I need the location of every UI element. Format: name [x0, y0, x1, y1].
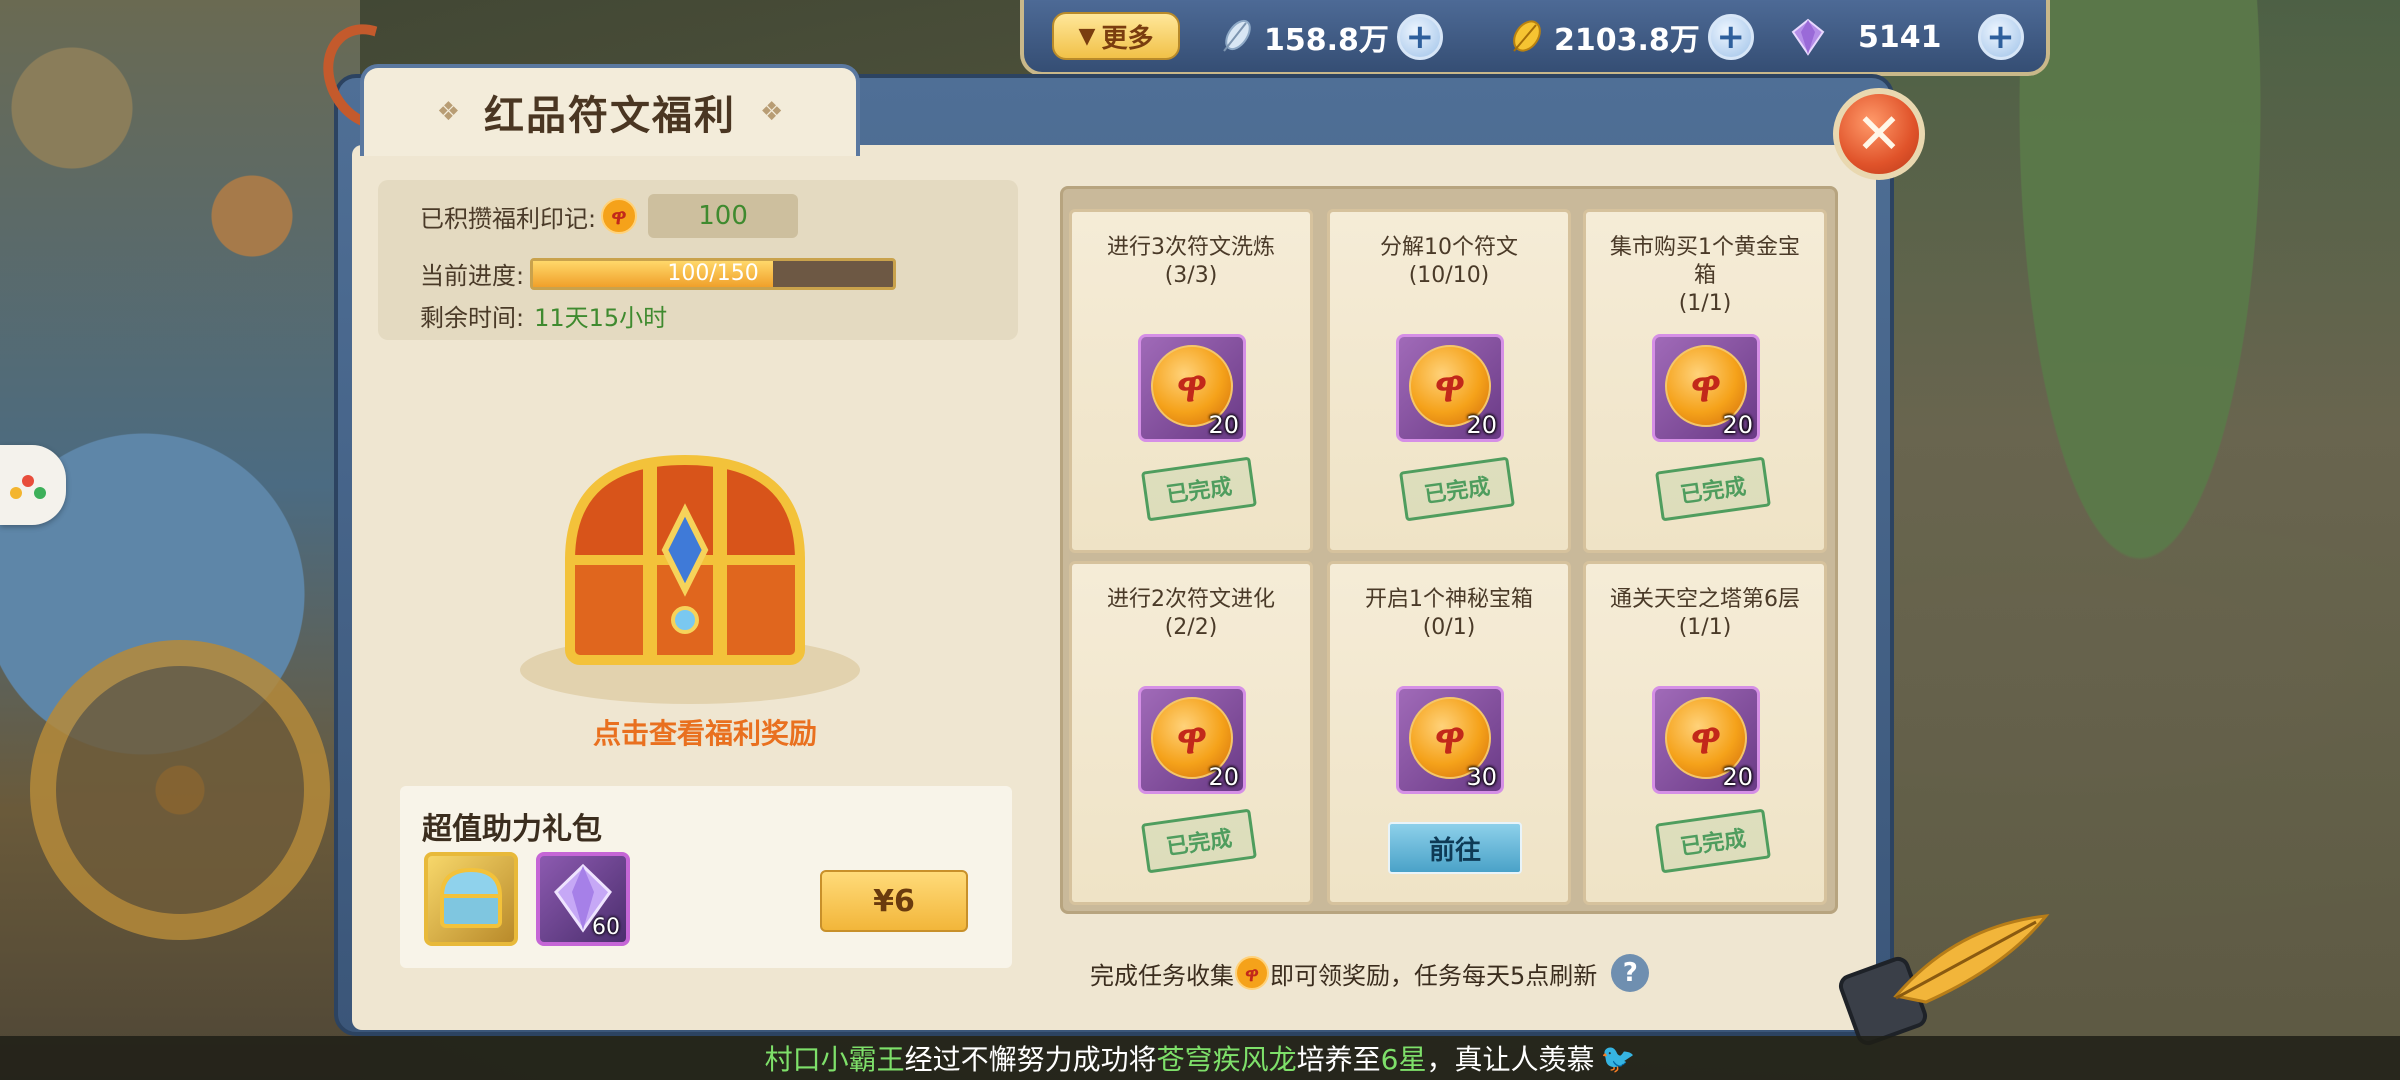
ornament-icon: ❖	[436, 97, 460, 127]
close-button[interactable]: ✕	[1833, 88, 1925, 180]
task-card: 进行2次符文进化 (2/2) ዋ 20 已完成	[1069, 561, 1313, 905]
page-title: 红品符文福利	[484, 93, 736, 139]
more-button[interactable]: ▼ 更多	[1052, 12, 1180, 60]
task-title: 通关天空之塔第6层 (1/1)	[1610, 587, 1800, 640]
completed-stamp: 已完成	[1141, 456, 1257, 522]
more-label: 更多	[1101, 23, 1154, 54]
task-card: 开启1个神秘宝箱 (0/1) ዋ 30 前往	[1327, 561, 1571, 905]
reward-count: 20	[1208, 411, 1239, 439]
task-title: 集市购买1个黄金宝箱 (1/1)	[1610, 235, 1800, 316]
welfare-chest[interactable]	[500, 420, 880, 720]
svg-text:ዋ: ዋ	[612, 205, 627, 230]
completed-stamp: 已完成	[1399, 456, 1515, 522]
reward-count: 20	[1208, 763, 1239, 791]
broadcast-ticker: 村口小霸王 经过不懈努力成功将 苍穹疾风龙 培养至 6星 ，真让人羡慕 🐦	[0, 1036, 2400, 1080]
task-title: 进行3次符文洗炼 (3/3)	[1107, 235, 1275, 288]
time-row: 剩余时间: 11天15小时	[420, 298, 667, 333]
reward-count: 20	[1466, 411, 1497, 439]
feather-amount: 158.8万	[1264, 23, 1389, 58]
completed-stamp: 已完成	[1141, 808, 1257, 874]
seal-row: 已积攒福利印记: ዋ 100	[420, 194, 799, 238]
diamond-icon	[1791, 18, 1825, 56]
help-icon[interactable]: ?	[1611, 954, 1650, 992]
task-card: 通关天空之塔第6层 (1/1) ዋ 20 已完成	[1583, 561, 1827, 905]
welfare-info-box: 已积攒福利印记: ዋ 100 当前进度: 100/150 剩余时间: 11天15…	[378, 180, 1018, 340]
seal-label: 已积攒福利印记:	[420, 204, 597, 233]
ticker-text: 经过不懈努力成功将	[904, 1043, 1157, 1076]
ornament-icon: ❖	[760, 97, 784, 127]
buy-gift-button[interactable]: ¥6	[820, 870, 968, 932]
task-title: 进行2次符文进化 (2/2)	[1107, 587, 1275, 640]
gift-item-count: 60	[592, 915, 620, 940]
ticker-level: 6星	[1380, 1043, 1427, 1076]
task-card: 进行3次符文洗炼 (3/3) ዋ 20 已完成	[1069, 209, 1313, 553]
currency-feather: 158.8万 +	[1216, 14, 1443, 60]
reward-item[interactable]: ዋ 30	[1396, 686, 1504, 794]
ticker-pet: 苍穹疾风龙	[1156, 1043, 1297, 1076]
task-card: 集市购买1个黄金宝箱 (1/1) ዋ 20 已完成	[1583, 209, 1827, 553]
chevron-down-icon: ▼	[1078, 23, 1096, 49]
progress-bar: 100/150	[530, 257, 897, 290]
gift-item-chest[interactable]	[424, 852, 518, 946]
reward-item[interactable]: ዋ 20	[1138, 686, 1246, 794]
task-note: 完成任务收集 ዋ 即可领奖励，任务每天5点刷新 ?	[1090, 954, 1650, 992]
diamond-amount: 5141	[1858, 19, 1942, 55]
ticker-text: 培养至	[1296, 1043, 1381, 1076]
add-feather-button[interactable]: +	[1396, 14, 1443, 60]
gift-pack-title: 超值助力礼包	[422, 812, 602, 847]
task-title: 开启1个神秘宝箱 (0/1)	[1365, 587, 1533, 640]
completed-stamp: 已完成	[1655, 808, 1771, 874]
svg-text:ዋ: ዋ	[1245, 962, 1259, 986]
task-card: 分解10个符文 (10/10) ዋ 20 已完成	[1327, 209, 1571, 553]
title-tab: ❖ 红品符文福利 ❖	[360, 64, 860, 156]
progress-row: 当前进度: 100/150	[420, 256, 897, 291]
tasks-grid: 进行3次符文洗炼 (3/3) ዋ 20 已完成 分解10个符文 (10/10) ዋ …	[1060, 186, 1838, 914]
treasure-chest-icon	[439, 867, 503, 928]
gold-leaf-icon	[1513, 20, 1541, 52]
gold-amount: 2103.8万	[1554, 23, 1700, 58]
currency-diamond: 5141 +	[1788, 14, 2024, 60]
treasure-chest-icon	[520, 454, 860, 704]
reward-count: 20	[1722, 763, 1753, 791]
currency-gold: 2103.8万 +	[1506, 14, 1754, 60]
ticker-player: 村口小霸王	[764, 1043, 905, 1076]
reward-item[interactable]: ዋ 20	[1138, 334, 1246, 442]
gift-pack-box: 超值助力礼包 60 ¥6	[400, 786, 1012, 968]
reward-item[interactable]: ዋ 20	[1396, 334, 1504, 442]
task-note-before: 完成任务收集	[1090, 961, 1234, 990]
reward-count: 20	[1722, 411, 1753, 439]
task-title: 分解10个符文 (10/10)	[1380, 235, 1518, 288]
reward-count: 30	[1466, 763, 1497, 791]
seal-coin-icon: ዋ	[1235, 956, 1269, 990]
reward-item[interactable]: ዋ 20	[1652, 334, 1760, 442]
time-label: 剩余时间:	[420, 304, 525, 332]
ship-wheel-decoration	[30, 640, 330, 940]
reward-item[interactable]: ዋ 20	[1652, 686, 1760, 794]
feather-icon	[1223, 19, 1251, 52]
time-value: 11天15小时	[534, 304, 668, 332]
completed-stamp: 已完成	[1655, 456, 1771, 522]
add-diamond-button[interactable]: +	[1977, 14, 2024, 60]
seal-coin-icon: ዋ	[601, 198, 638, 234]
gamepad-icon[interactable]	[0, 445, 66, 525]
seal-value: 100	[648, 194, 799, 238]
view-rewards-link[interactable]: 点击查看福利奖励	[560, 712, 850, 752]
go-button[interactable]: 前往	[1388, 822, 1522, 874]
bird-emoji-icon: 🐦	[1600, 1041, 1636, 1075]
ticker-text: ，真让人羡慕	[1426, 1043, 1595, 1076]
gift-item-crystal[interactable]: 60	[536, 852, 630, 946]
task-note-after: 即可领奖励，任务每天5点刷新	[1270, 961, 1598, 990]
currency-bar: ▼ 更多 158.8万 + 2103.8万 + 5141 +	[1020, 0, 2050, 76]
progress-label: 当前进度:	[420, 262, 525, 290]
progress-text: 100/150	[667, 260, 759, 286]
add-gold-button[interactable]: +	[1707, 14, 1754, 60]
close-icon: ✕	[1855, 101, 1903, 167]
